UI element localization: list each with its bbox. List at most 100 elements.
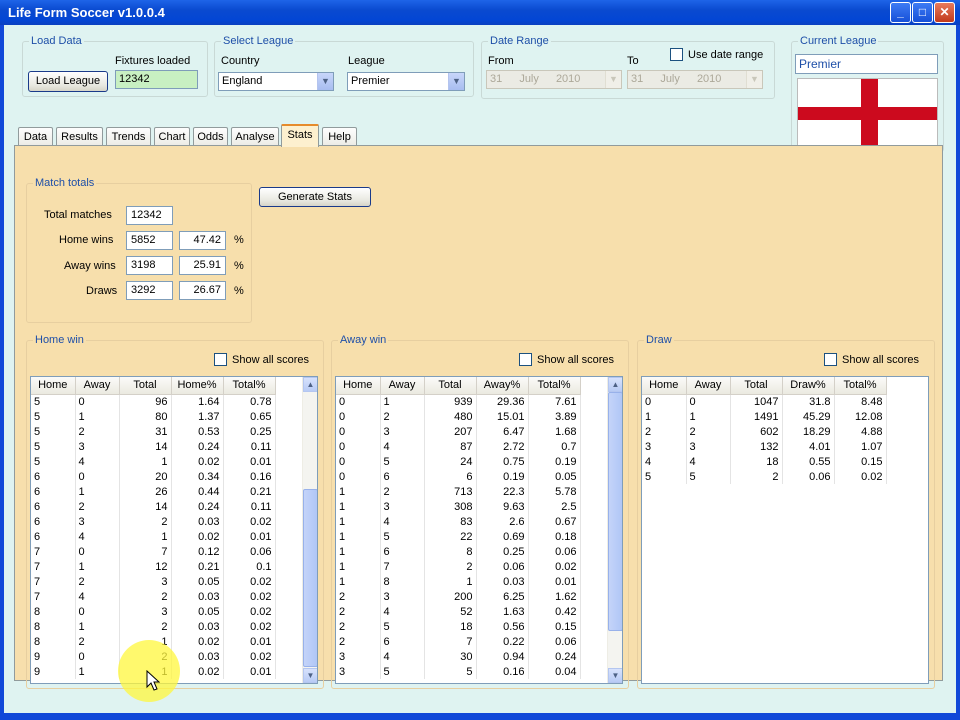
table-row[interactable]: 0 3 207 6.47 1.68 xyxy=(336,424,581,439)
home-show-all-checkbox[interactable] xyxy=(214,353,227,366)
home-win-grid[interactable]: Home Away Total Home% Total% 5 0 96 1.64 0.78 5 1 80… xyxy=(30,376,318,684)
table-row[interactable]: 3 3 132 4.01 1.07 xyxy=(642,439,887,454)
grid-header-row: Home Away Total Home% Total% xyxy=(31,377,276,395)
load-league-button[interactable]: Load League xyxy=(28,71,108,92)
column-header[interactable]: Home xyxy=(642,377,687,395)
table-row[interactable]: 7 4 2 0.03 0.02 xyxy=(31,589,276,604)
calendar-dropdown-icon[interactable]: ▼ xyxy=(746,71,762,88)
table-row[interactable]: 1 5 22 0.69 0.18 xyxy=(336,529,581,544)
table-row[interactable]: 1 3 308 9.63 2.5 xyxy=(336,499,581,514)
table-row[interactable]: 1 4 83 2.6 0.67 xyxy=(336,514,581,529)
close-icon[interactable]: ✕ xyxy=(934,2,955,23)
table-row[interactable]: 2 2 602 18.29 4.88 xyxy=(642,424,887,439)
table-row[interactable]: 0 5 24 0.75 0.19 xyxy=(336,454,581,469)
tab-help[interactable]: Help xyxy=(322,127,357,146)
chevron-down-icon[interactable]: ▼ xyxy=(317,73,333,90)
table-row[interactable]: 8 1 2 0.03 0.02 xyxy=(31,619,276,634)
from-date-picker[interactable]: 31 July 2010 ▼ xyxy=(486,70,622,89)
table-row[interactable]: 6 0 20 0.34 0.16 xyxy=(31,469,276,484)
table-row[interactable]: 0 2 480 15.01 3.89 xyxy=(336,409,581,424)
generate-stats-button[interactable]: Generate Stats xyxy=(259,187,371,207)
table-row[interactable]: 5 2 31 0.53 0.25 xyxy=(31,424,276,439)
table-row[interactable]: 0 0 1047 31.8 8.48 xyxy=(642,394,887,409)
table-row[interactable]: 5 4 1 0.02 0.01 xyxy=(31,454,276,469)
table-row[interactable]: 2 3 200 6.25 1.62 xyxy=(336,589,581,604)
vertical-scrollbar[interactable]: ▲ ▼ xyxy=(607,377,622,683)
table-row[interactable]: 1 2 713 22.3 5.78 xyxy=(336,484,581,499)
table-row[interactable]: 5 5 2 0.06 0.02 xyxy=(642,469,887,484)
column-header[interactable]: Total xyxy=(424,377,477,395)
table-row[interactable]: 1 6 8 0.25 0.06 xyxy=(336,544,581,559)
table-row[interactable]: 3 5 5 0.16 0.04 xyxy=(336,664,581,679)
column-header[interactable]: Away xyxy=(686,377,731,395)
away-win-grid[interactable]: Home Away Total Away% Total% 0 1 939 29.36 7.61 0 2… xyxy=(335,376,623,684)
table-cell: 3 xyxy=(380,589,425,604)
table-row[interactable]: 4 4 18 0.55 0.15 xyxy=(642,454,887,469)
column-header[interactable]: Draw% xyxy=(782,377,835,395)
table-row[interactable]: 7 1 12 0.21 0.1 xyxy=(31,559,276,574)
draw-grid[interactable]: Home Away Total Draw% Total% 0 0 1047 31.8 8.48 1 1… xyxy=(641,376,929,684)
league-value: Premier xyxy=(351,75,390,87)
table-row[interactable]: 7 2 3 0.05 0.02 xyxy=(31,574,276,589)
scroll-up-icon[interactable]: ▲ xyxy=(303,377,317,392)
table-row[interactable]: 0 1 939 29.36 7.61 xyxy=(336,394,581,409)
table-cell: 12.08 xyxy=(834,409,887,424)
column-header[interactable]: Home% xyxy=(171,377,224,395)
away-show-all-checkbox[interactable] xyxy=(519,353,532,366)
minimize-icon[interactable]: _ xyxy=(890,2,911,23)
table-row[interactable]: 2 5 18 0.56 0.15 xyxy=(336,619,581,634)
league-select[interactable]: Premier ▼ xyxy=(347,72,465,91)
table-cell: 3.89 xyxy=(528,409,581,424)
table-cell: 6 xyxy=(380,469,425,484)
maximize-icon[interactable]: □ xyxy=(912,2,933,23)
vertical-scrollbar[interactable]: ▲ ▼ xyxy=(302,377,317,683)
tab-analyse[interactable]: Analyse xyxy=(231,127,279,146)
country-select[interactable]: England ▼ xyxy=(218,72,334,91)
table-row[interactable]: 6 4 1 0.02 0.01 xyxy=(31,529,276,544)
column-header[interactable]: Total% xyxy=(223,377,276,395)
table-row[interactable]: 6 1 26 0.44 0.21 xyxy=(31,484,276,499)
column-header[interactable]: Total% xyxy=(834,377,887,395)
table-row[interactable]: 3 4 30 0.94 0.24 xyxy=(336,649,581,664)
table-row[interactable]: 8 0 3 0.05 0.02 xyxy=(31,604,276,619)
table-row[interactable]: 2 6 7 0.22 0.06 xyxy=(336,634,581,649)
tab-trends[interactable]: Trends xyxy=(106,127,151,146)
calendar-dropdown-icon[interactable]: ▼ xyxy=(605,71,621,88)
scroll-down-icon[interactable]: ▼ xyxy=(303,668,317,683)
table-row[interactable]: 1 1 1491 45.29 12.08 xyxy=(642,409,887,424)
tab-results[interactable]: Results xyxy=(56,127,103,146)
table-cell: 3 xyxy=(336,664,381,679)
table-row[interactable]: 7 0 7 0.12 0.06 xyxy=(31,544,276,559)
scroll-down-icon[interactable]: ▼ xyxy=(608,668,622,683)
tab-data[interactable]: Data xyxy=(18,127,53,146)
to-date-picker[interactable]: 31 July 2010 ▼ xyxy=(627,70,763,89)
column-header[interactable]: Total xyxy=(730,377,783,395)
table-row[interactable]: 5 0 96 1.64 0.78 xyxy=(31,394,276,409)
table-row[interactable]: 6 2 14 0.24 0.11 xyxy=(31,499,276,514)
tab-odds[interactable]: Odds xyxy=(193,127,228,146)
chevron-down-icon[interactable]: ▼ xyxy=(448,73,464,90)
draw-show-all-checkbox[interactable] xyxy=(824,353,837,366)
column-header[interactable]: Away xyxy=(380,377,425,395)
tab-chart[interactable]: Chart xyxy=(154,127,190,146)
column-header[interactable]: Away xyxy=(75,377,120,395)
column-header[interactable]: Home xyxy=(336,377,381,395)
scroll-up-icon[interactable]: ▲ xyxy=(608,377,622,392)
table-row[interactable]: 0 6 6 0.19 0.05 xyxy=(336,469,581,484)
table-row[interactable]: 0 4 87 2.72 0.7 xyxy=(336,439,581,454)
scrollbar-thumb[interactable] xyxy=(303,489,317,667)
use-date-range-checkbox[interactable] xyxy=(670,48,683,61)
match-totals-group: Match totals xyxy=(26,177,252,323)
table-row[interactable]: 1 7 2 0.06 0.02 xyxy=(336,559,581,574)
column-header[interactable]: Away% xyxy=(476,377,529,395)
table-row[interactable]: 1 8 1 0.03 0.01 xyxy=(336,574,581,589)
table-row[interactable]: 5 1 80 1.37 0.65 xyxy=(31,409,276,424)
table-row[interactable]: 6 3 2 0.03 0.02 xyxy=(31,514,276,529)
scrollbar-thumb[interactable] xyxy=(608,392,622,631)
column-header[interactable]: Total% xyxy=(528,377,581,395)
column-header[interactable]: Total xyxy=(119,377,172,395)
table-row[interactable]: 5 3 14 0.24 0.11 xyxy=(31,439,276,454)
column-header[interactable]: Home xyxy=(31,377,76,395)
tab-stats[interactable]: Stats xyxy=(281,124,319,147)
table-row[interactable]: 2 4 52 1.63 0.42 xyxy=(336,604,581,619)
